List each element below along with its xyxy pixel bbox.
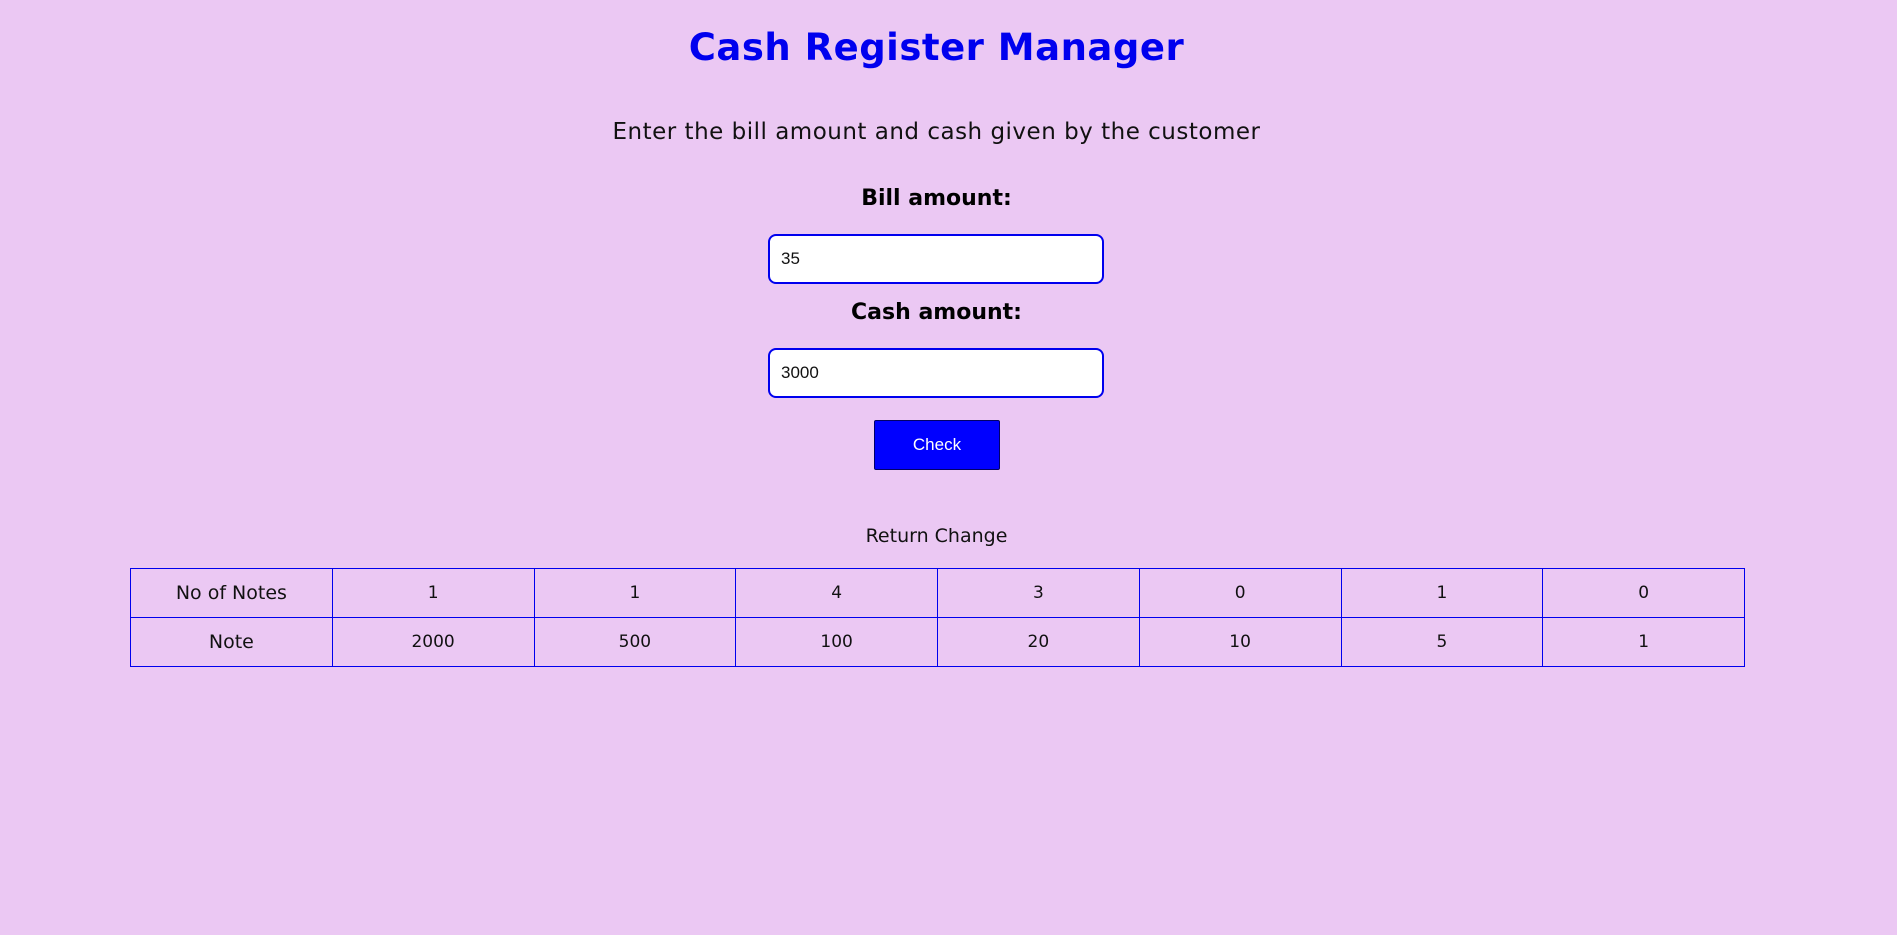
return-change-caption: Return Change	[865, 525, 1008, 547]
table-cell: 10	[1138, 617, 1342, 667]
table-cell: 5	[1340, 617, 1544, 667]
page-title: Cash Register Manager	[688, 26, 1185, 69]
table-cell: 0	[1138, 568, 1342, 618]
page-subtitle: Enter the bill amount and cash given by …	[612, 119, 1261, 145]
table-row-no-of-notes: No of Notes 1 1 4 3 0 1 0	[130, 568, 1745, 618]
bill-amount-input[interactable]	[768, 234, 1104, 284]
return-change-table: No of Notes 1 1 4 3 0 1 0 Note 2000 500 …	[130, 568, 1745, 667]
table-row-note: Note 2000 500 100 20 10 5 1	[130, 617, 1745, 667]
table-cell: 3	[937, 568, 1140, 618]
bill-amount-label: Bill amount:	[861, 186, 1012, 211]
table-cell: 100	[735, 617, 938, 667]
cash-register-page: Cash Register Manager Enter the bill amo…	[0, 0, 1897, 935]
row-header-no-of-notes: No of Notes	[130, 568, 333, 618]
table-cell: 1	[331, 568, 535, 618]
cash-amount-label: Cash amount:	[851, 300, 1022, 325]
table-cell: 20	[937, 617, 1140, 667]
check-button[interactable]: Check	[874, 420, 1000, 470]
table-cell: 500	[533, 617, 737, 667]
cash-amount-input[interactable]	[768, 348, 1104, 398]
table-cell: 0	[1542, 568, 1745, 618]
table-cell: 1	[1542, 617, 1745, 667]
table-cell: 1	[533, 568, 737, 618]
table-cell: 2000	[331, 617, 535, 667]
table-cell: 1	[1340, 568, 1544, 618]
row-header-note: Note	[130, 617, 333, 667]
table-cell: 4	[735, 568, 938, 618]
